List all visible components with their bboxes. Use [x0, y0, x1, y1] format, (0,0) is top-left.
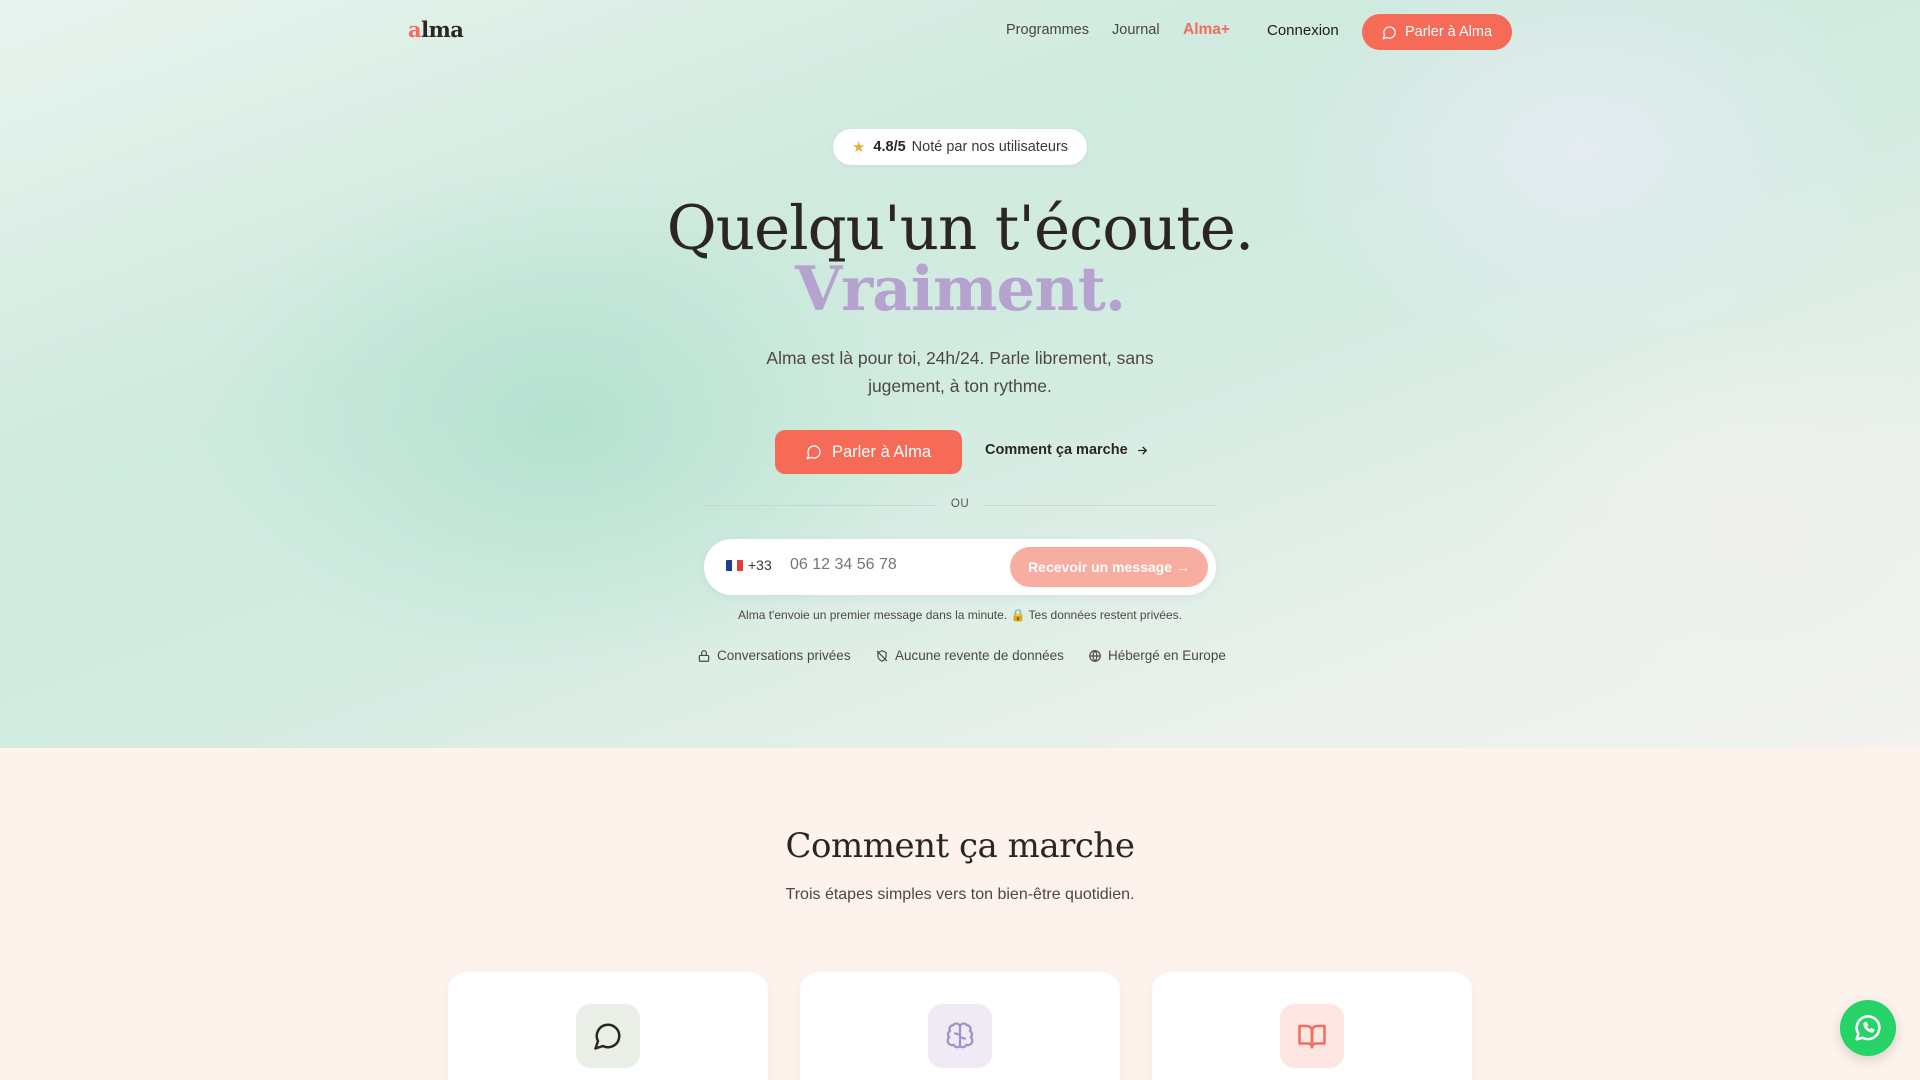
open-book-icon [1280, 1004, 1344, 1068]
step-card-chat [448, 972, 768, 1080]
chat-bubble-icon [806, 445, 821, 460]
chat-bubble-icon [576, 1004, 640, 1068]
primary-talk-label: Parler à Alma [831, 442, 932, 461]
receive-message-button[interactable]: Recevoir un message → [1010, 547, 1208, 587]
globe-icon [1089, 649, 1101, 662]
trust-private: Conversations privées [697, 648, 851, 663]
nav-journal[interactable]: Journal [1112, 22, 1160, 38]
lock-icon [698, 649, 710, 662]
arrow-right-icon [1137, 446, 1147, 454]
whatsapp-icon [1855, 1015, 1881, 1041]
how-it-works-link[interactable]: Comment ça marche [985, 442, 1149, 458]
brain-icon [928, 1004, 992, 1068]
divider-or: OU [950, 498, 970, 510]
step-card-book [1152, 972, 1472, 1080]
trust-europe: Hébergé en Europe [1088, 648, 1226, 663]
phone-input[interactable] [790, 556, 990, 574]
country-code: +33 [748, 557, 772, 573]
trust-no-resale: Aucune revente de données [875, 648, 1064, 663]
hero-title-line2: Vraiment. [794, 254, 1126, 325]
hero-subtitle: Alma est là pour toi, 24h/24. Parle libr… [766, 348, 1154, 396]
privacy-note: Alma t'envoie un premier message dans la… [738, 608, 1182, 622]
rating-score: 4.8/5 [873, 139, 906, 155]
section-subtitle: Trois étapes simples vers ton bien-être … [785, 886, 1135, 903]
section-title: Comment ça marche [785, 826, 1135, 866]
how-it-works-label: Comment ça marche [985, 442, 1128, 458]
france-flag-icon [726, 559, 743, 571]
primary-talk-button[interactable]: Parler à Alma [775, 430, 962, 474]
hero-title-line1: Quelqu'un t'écoute. [666, 193, 1255, 264]
step-card-brain [800, 972, 1120, 1080]
no-share-icon [876, 649, 888, 662]
nav-talk-button[interactable]: Parler à Alma [1362, 14, 1512, 50]
divider-left [704, 505, 936, 506]
star-icon: ★ [851, 139, 866, 156]
chat-bubble-icon [1382, 25, 1396, 39]
whatsapp-button[interactable] [1840, 1000, 1896, 1056]
nav-talk-label: Parler à Alma [1404, 24, 1493, 40]
nav-programmes[interactable]: Programmes [1006, 22, 1089, 38]
divider-right [984, 505, 1216, 506]
country-code-selector[interactable]: +33 [726, 557, 772, 573]
phone-form: +33 Recevoir un message → [704, 539, 1216, 595]
rating-badge: ★ 4.8/5 Noté par nos utilisateurs [833, 129, 1087, 165]
nav-connexion[interactable]: Connexion [1267, 22, 1339, 39]
nav-alma-plus[interactable]: Alma+ [1183, 21, 1230, 39]
rating-text: Noté par nos utilisateurs [911, 139, 1069, 155]
alma-logo[interactable]: alma [408, 17, 464, 42]
